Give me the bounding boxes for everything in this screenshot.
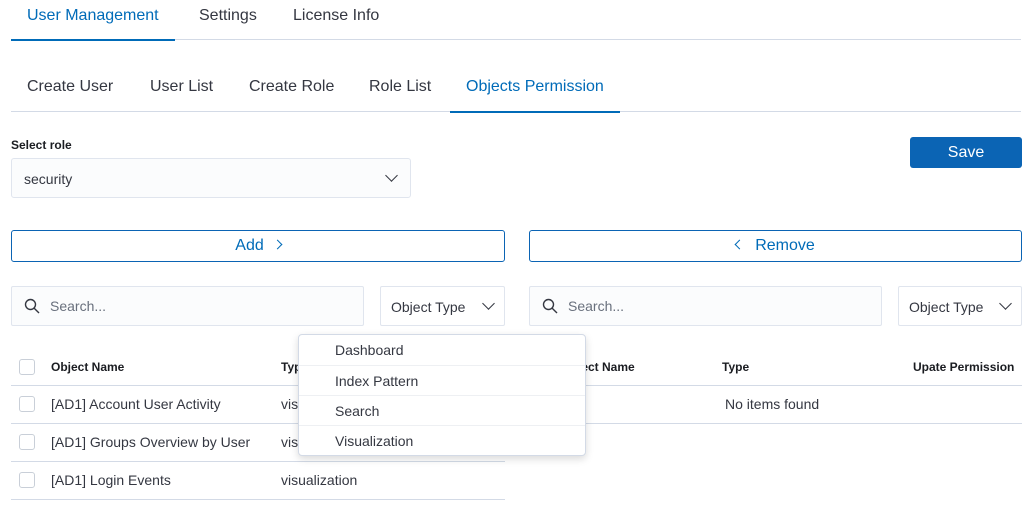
chevron-down-icon xyxy=(385,169,398,182)
left-filter-label: Object Type xyxy=(391,299,466,315)
right-filter-label: Object Type xyxy=(909,299,984,315)
dropdown-option-search[interactable]: Search xyxy=(299,395,585,425)
row-checkbox[interactable] xyxy=(19,396,35,412)
add-button-label: Add xyxy=(235,237,264,254)
dropdown-option-dashboard[interactable]: Dashboard xyxy=(299,335,585,365)
remove-button-label: Remove xyxy=(755,237,815,254)
right-object-type-filter[interactable]: Object Type xyxy=(898,286,1022,326)
subtab-create-role[interactable]: Create Role xyxy=(249,78,334,112)
chevron-down-icon xyxy=(482,297,495,310)
left-search-box xyxy=(11,286,364,326)
divider xyxy=(11,499,505,500)
chevron-left-icon xyxy=(734,239,745,250)
tab-license-info[interactable]: License Info xyxy=(293,7,379,40)
object-type-cell: vis xyxy=(281,396,299,412)
object-type-cell: visualization xyxy=(281,472,358,488)
tab-user-management[interactable]: User Management xyxy=(11,7,175,41)
divider xyxy=(529,385,1022,386)
sub-tabs: Create User User List Create Role Role L… xyxy=(11,70,1021,113)
row-checkbox[interactable] xyxy=(19,472,35,488)
add-button[interactable]: Add xyxy=(11,230,505,262)
object-name-cell: [AD1] Groups Overview by User xyxy=(51,434,251,450)
column-header-object-name: Object Name xyxy=(51,360,125,374)
right-column-header-object-name: ject Name xyxy=(578,360,635,374)
empty-message: No items found xyxy=(725,396,820,412)
right-column-header-type: Type xyxy=(722,360,750,374)
subtab-objects-permission[interactable]: Objects Permission xyxy=(450,78,620,113)
object-name-cell: [AD1] Login Events xyxy=(51,472,171,488)
option-label: Index Pattern xyxy=(335,373,419,389)
divider xyxy=(529,423,1022,424)
save-button[interactable]: Save xyxy=(910,137,1022,168)
chevron-right-icon xyxy=(272,239,283,250)
divider xyxy=(11,461,505,462)
select-all-checkbox[interactable] xyxy=(19,359,35,375)
right-search-box xyxy=(529,286,882,326)
option-label: Visualization xyxy=(335,433,414,449)
chevron-down-icon xyxy=(999,297,1012,310)
dropdown-option-visualization[interactable]: Visualization xyxy=(299,425,585,455)
role-select-value: security xyxy=(24,171,73,187)
option-label: Search xyxy=(335,403,380,419)
row-checkbox[interactable] xyxy=(19,434,35,450)
search-icon xyxy=(24,298,40,314)
dropdown-option-index-pattern[interactable]: Index Pattern xyxy=(299,365,585,395)
right-column-header-update-permission: Upate Permission xyxy=(913,360,1015,374)
select-role-label: Select role xyxy=(11,138,72,152)
subtab-role-list[interactable]: Role List xyxy=(369,78,431,112)
remove-button[interactable]: Remove xyxy=(529,230,1022,262)
right-search-input[interactable] xyxy=(568,287,849,325)
object-type-dropdown: Dashboard Index Pattern Search Visualiza… xyxy=(298,334,586,456)
subtab-user-list[interactable]: User List xyxy=(150,78,213,112)
top-tabs: User Management Settings License Info xyxy=(11,0,1021,41)
tab-settings[interactable]: Settings xyxy=(199,7,257,40)
object-name-cell: [AD1] Account User Activity xyxy=(51,396,221,412)
role-select[interactable]: security xyxy=(11,158,411,198)
object-type-cell: vis xyxy=(281,434,299,450)
subtab-create-user[interactable]: Create User xyxy=(27,78,113,112)
option-label: Dashboard xyxy=(335,342,404,358)
search-icon xyxy=(542,298,558,314)
left-object-type-filter[interactable]: Object Type xyxy=(380,286,505,326)
left-search-input[interactable] xyxy=(50,287,331,325)
